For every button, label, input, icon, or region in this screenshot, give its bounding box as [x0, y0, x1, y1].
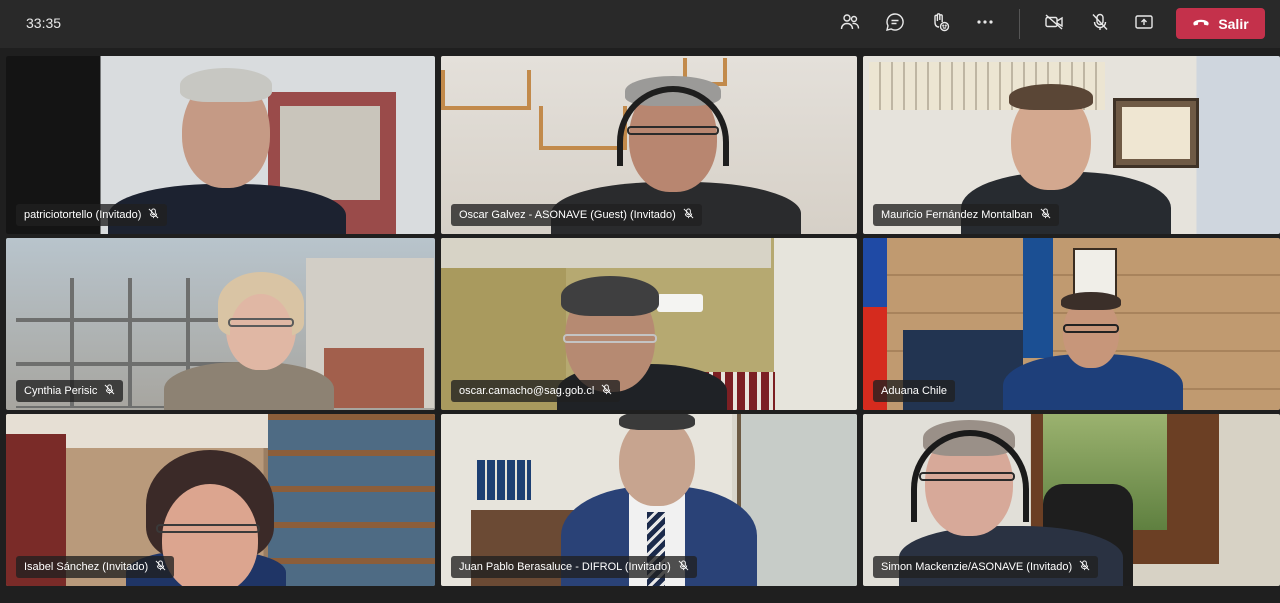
binders — [477, 460, 531, 500]
wall-shelf — [441, 70, 531, 110]
ceiling — [441, 238, 771, 268]
institutional-flag — [1023, 238, 1053, 358]
mic-muted-icon — [155, 560, 166, 574]
participant-name-tag: Simon Mackenzie/ASONAVE (Invitado) — [873, 556, 1099, 578]
framed-certificate — [1113, 98, 1199, 168]
camera-off-icon — [1044, 12, 1064, 37]
mic-muted-icon — [1090, 12, 1110, 37]
participant-tile[interactable]: Juan Pablo Berasaluce - DIFROL (Invitado… — [441, 414, 857, 586]
participant-name: oscar.camacho@sag.gob.cl — [459, 385, 595, 397]
chat-icon — [885, 12, 905, 37]
participant-name-tag: Cynthia Perisic — [16, 380, 124, 402]
participant-name: Simon Mackenzie/ASONAVE (Invitado) — [881, 561, 1073, 573]
participant-name: patriciotortello (Invitado) — [24, 209, 142, 221]
hang-up-icon — [1192, 13, 1210, 34]
leave-label: Salir — [1218, 15, 1249, 32]
meeting-toolbar: 33:35 Salir — [0, 0, 1280, 48]
more-options-button[interactable] — [969, 9, 1001, 39]
video-grid: patriciotortello (Invitado) Oscar Galvez… — [0, 54, 1280, 589]
participants-button[interactable] — [834, 9, 866, 39]
mic-muted-icon — [104, 384, 115, 398]
toolbar-divider — [1019, 9, 1020, 39]
mic-muted-icon — [1079, 560, 1090, 574]
mic-muted-icon — [683, 208, 694, 222]
participant-name-tag: Mauricio Fernández Montalban — [873, 204, 1059, 226]
participant-name: Cynthia Perisic — [24, 385, 98, 397]
leave-button[interactable]: Salir — [1176, 8, 1265, 39]
participant-name: Mauricio Fernández Montalban — [881, 209, 1033, 221]
air-conditioner — [657, 294, 703, 312]
participant-tile[interactable]: Isabel Sánchez (Invitado) — [6, 414, 435, 586]
participant-tile[interactable]: patriciotortello (Invitado) — [6, 56, 435, 234]
share-screen-button[interactable] — [1128, 9, 1160, 39]
mic-muted-icon — [678, 560, 689, 574]
chat-button[interactable] — [879, 9, 911, 39]
reactions-icon — [930, 12, 950, 37]
more-options-icon — [975, 12, 995, 37]
participant-tile[interactable]: oscar.camacho@sag.gob.cl — [441, 238, 857, 410]
participant-tile[interactable]: Mauricio Fernández Montalban — [863, 56, 1280, 234]
participant-name: Juan Pablo Berasaluce - DIFROL (Invitado… — [459, 561, 671, 573]
reactions-button[interactable] — [924, 9, 956, 39]
mic-muted-icon — [148, 208, 159, 222]
participants-icon — [840, 12, 860, 37]
participant-name-tag: Isabel Sánchez (Invitado) — [16, 556, 175, 578]
share-screen-icon — [1134, 12, 1154, 37]
meeting-timer: 33:35 — [26, 15, 62, 31]
participant-tile[interactable]: Aduana Chile — [863, 238, 1280, 410]
participant-name: Isabel Sánchez (Invitado) — [24, 561, 149, 573]
participant-name-tag: oscar.camacho@sag.gob.cl — [451, 380, 621, 402]
participant-tile[interactable]: Oscar Galvez - ASONAVE (Guest) (Invitado… — [441, 56, 857, 234]
mic-muted-icon — [601, 384, 612, 398]
bottom-bar — [0, 589, 1280, 603]
wall-shelf — [539, 106, 627, 150]
mic-muted-icon — [1040, 208, 1051, 222]
participant-tile[interactable]: Simon Mackenzie/ASONAVE (Invitado) — [863, 414, 1280, 586]
camera-toggle-button[interactable] — [1038, 9, 1070, 39]
participant-name-tag: Aduana Chile — [873, 380, 956, 402]
bookshelf — [268, 414, 435, 586]
participant-tile[interactable]: Cynthia Perisic — [6, 238, 435, 410]
participant-name: Aduana Chile — [881, 385, 948, 397]
participant-name: Oscar Galvez - ASONAVE (Guest) (Invitado… — [459, 209, 676, 221]
participant-name-tag: patriciotortello (Invitado) — [16, 204, 168, 226]
participant-name-tag: Oscar Galvez - ASONAVE (Guest) (Invitado… — [451, 204, 702, 226]
mic-toggle-button[interactable] — [1084, 9, 1116, 39]
participant-name-tag: Juan Pablo Berasaluce - DIFROL (Invitado… — [451, 556, 697, 578]
